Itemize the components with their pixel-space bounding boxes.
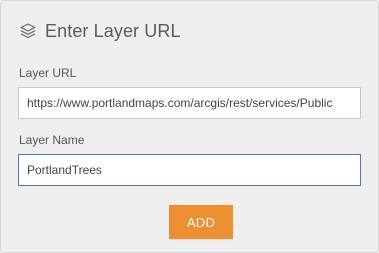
layers-icon (19, 22, 37, 40)
layer-name-input[interactable] (18, 154, 361, 186)
enter-layer-url-panel: Enter Layer URL Layer URL Layer Name ADD (0, 0, 379, 253)
add-button[interactable]: ADD (169, 205, 233, 239)
panel-title: Enter Layer URL (45, 20, 181, 41)
layer-name-label: Layer Name (19, 133, 85, 147)
panel-header: Enter Layer URL (19, 19, 181, 43)
layer-url-label: Layer URL (19, 66, 77, 80)
layer-url-input[interactable] (18, 87, 361, 119)
